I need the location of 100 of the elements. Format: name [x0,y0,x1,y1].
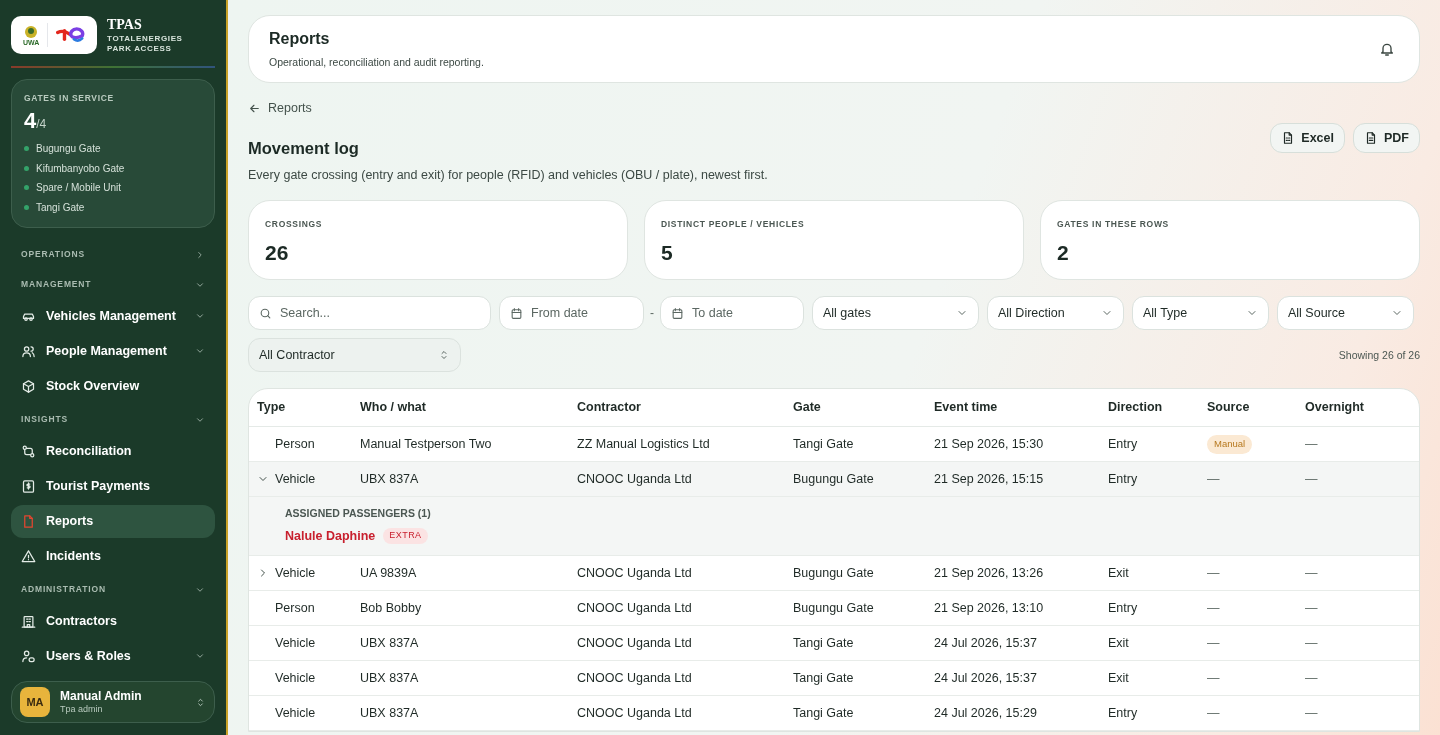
table-cell: Exit [1108,671,1129,685]
filter-dropdown[interactable]: All Direction [987,296,1124,331]
table-cell: 24 Jul 2026, 15:29 [934,706,1037,720]
building-icon [21,613,36,629]
table-cell: 24 Jul 2026, 15:37 [934,636,1037,650]
gate-name: Tangi Gate [36,200,85,215]
stat-label: DISTINCT PEOPLE / VEHICLES [661,218,806,232]
table-cell: — [1305,601,1318,615]
source-badge: Manual [1207,435,1253,454]
column-header: Contractor [577,389,793,427]
filter-dropdown[interactable]: All Type [1132,296,1269,331]
nav-item[interactable]: Incidents [11,539,215,573]
section-description: Every gate crossing (entry and exit) for people (RFID) and vehicles (OBU / plate), newest first. [248,166,768,184]
table-cell: Entry [1108,471,1138,486]
nav-item[interactable]: Reports [11,504,215,538]
nav-item[interactable]: Users & Roles [11,639,215,673]
table-cell: CNOOC Uganda Ltd [577,601,692,615]
gate-name: Bugungu Gate [36,142,101,156]
table-cell: Tangi Gate [793,671,854,685]
nav-section[interactable]: OPERATIONS [11,239,215,270]
user-role: Tpa admin [60,703,104,716]
nav-item[interactable]: Contractors [11,604,215,638]
nav-item[interactable]: Reconciliation [11,434,215,468]
user-card[interactable]: MA Manual Admin Tpa admin [11,681,215,723]
table-cell: Tangi Gate [793,706,854,720]
table-cell: Entry [1108,436,1138,451]
passengers-label: ASSIGNED PASSENGERS (1) [285,505,432,521]
table-cell-text: Vehicle [275,670,316,687]
table-cell: — [1207,566,1220,580]
brand-subtitle: PARK ACCESS [107,44,173,53]
nav-item[interactable]: Tourist Payments [11,469,215,503]
table-cell: CNOOC Uganda Ltd [577,706,692,720]
table-cell: 21 Sep 2026, 15:30 [934,436,1044,451]
table-cell: Manual Testperson Two [360,436,492,451]
table-cell-text: Vehicle [275,470,316,488]
column-header: Gate [793,389,934,427]
table-cell: CNOOC Uganda Ltd [577,636,692,650]
table-cell: 21 Sep 2026, 13:26 [934,566,1044,580]
user-avatar: MA [20,687,50,717]
arrow-left-icon [248,102,261,115]
date-field[interactable]: From date [499,296,644,331]
users-icon [21,648,36,664]
table-cell-text: Vehicle [275,565,316,582]
search-field[interactable]: Search... [248,296,491,331]
table-cell: CNOOC Uganda Ltd [577,471,692,486]
user-name: Manual Admin [60,688,143,704]
brand-logo-icon [56,26,85,44]
brand-subtitle: TOTALENERGIES [107,34,183,43]
nav-section[interactable]: ADMINISTRATION [11,574,215,605]
people-icon [21,343,36,359]
gates-label: GATES IN SERVICE [24,92,115,105]
date-field[interactable]: To date [660,296,804,331]
nav-section[interactable]: INSIGHTS [11,404,215,435]
table-cell: — [1207,601,1220,615]
table-cell: — [1305,671,1318,685]
table-cell: — [1305,706,1318,720]
table-cell-text: Vehicle [275,705,316,722]
table-cell: Bugungu Gate [793,566,874,580]
table-cell: — [1305,471,1318,486]
table-cell: Entry [1108,601,1138,615]
stat-label: GATES IN THESE ROWS [1057,218,1170,232]
filter-dropdown[interactable]: All Source [1277,296,1414,331]
back-link[interactable]: Reports [248,99,312,118]
nav-section[interactable]: MANAGEMENT [11,269,215,300]
table-cell: Bob Bobby [360,601,422,615]
nav-item[interactable]: Vehicles Management [11,299,215,333]
table-cell: — [1305,636,1318,650]
filter-dropdown[interactable]: All gates [812,296,979,331]
table-cell: Entry [1108,706,1138,720]
stat-label: CROSSINGS [265,218,324,232]
chevron-updown-icon [438,349,450,362]
gate-name: Kifumbanyobo Gate [36,161,125,176]
passenger-tag: EXTRA [383,528,428,544]
column-header: Who / what [360,389,577,427]
column-header: Direction [1108,389,1207,427]
table-cell: — [1207,706,1220,720]
section-title: Movement log [248,137,360,159]
table-cell: — [1207,636,1220,650]
table-cell: CNOOC Uganda Ltd [577,671,692,685]
brand-title: TPAS [107,17,143,32]
column-header: Source [1207,389,1305,427]
table-cell-text: Person [275,435,315,453]
table-cell-text: Person [275,600,315,617]
export-button[interactable]: Excel [1270,122,1345,153]
table-cell: CNOOC Uganda Ltd [577,566,692,580]
nav-item[interactable]: Stock Overview [11,369,215,403]
table-cell: — [1207,471,1220,486]
table-cell: Exit [1108,566,1129,580]
results-count: Showing 26 of 26 [1338,347,1420,363]
calendar-icon [510,306,523,320]
emblem-icon [24,24,39,39]
table-cell: Exit [1108,636,1129,650]
table-cell: ZZ Manual Logistics Ltd [577,436,710,451]
nav-item[interactable]: People Management [11,334,215,368]
range-separator: - [650,305,654,323]
page-header-subtitle: Operational, reconciliation and audit reporting. [269,55,484,71]
table-cell: 21 Sep 2026, 13:10 [934,601,1044,615]
table-cell: Bugungu Gate [793,601,874,615]
contractor-dropdown[interactable]: All Contractor [248,338,461,373]
export-button[interactable]: PDF [1353,122,1420,153]
